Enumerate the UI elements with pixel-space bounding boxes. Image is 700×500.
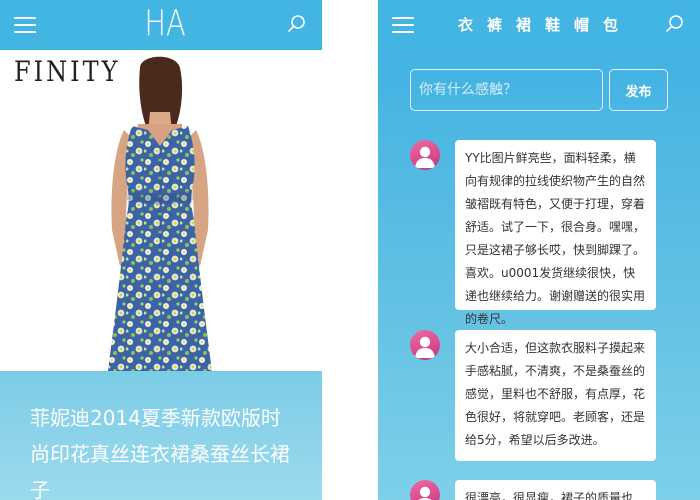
comment-text: 很漂亮，很显瘦，裙子的质量也	[455, 480, 656, 500]
header-bar: 衣 裤 裙 鞋 帽 包	[378, 0, 700, 50]
avatar-user-icon[interactable]	[410, 140, 440, 170]
category-nav: 衣 裤 裙 鞋 帽 包	[456, 15, 620, 35]
category-tab-skirts[interactable]: 裙	[514, 15, 533, 35]
category-tab-bags[interactable]: 包	[601, 15, 620, 35]
brand-logo: FINITY	[14, 55, 121, 89]
product-detail-screen: HA FINITY 菲妮迪2014夏季新款欧版时尚印花真丝连衣裙桑蚕丝长裙子	[0, 0, 322, 500]
category-tab-clothes[interactable]: 衣	[456, 15, 475, 35]
dress-model-illustration	[108, 56, 212, 371]
product-title-panel: 菲妮迪2014夏季新款欧版时尚印花真丝连衣裙桑蚕丝长裙子	[0, 371, 322, 500]
category-tab-hats[interactable]: 帽	[572, 15, 591, 35]
product-title[interactable]: 菲妮迪2014夏季新款欧版时尚印花真丝连衣裙桑蚕丝长裙子	[30, 400, 292, 500]
search-icon[interactable]	[664, 13, 686, 35]
header-bar: HA	[0, 0, 322, 50]
publish-button[interactable]: 发布	[609, 69, 668, 111]
comment-text: 大小合适，但这款衣服料子摸起来手感粘腻，不清爽，不是桑蚕丝的感觉，里料也不舒服，…	[455, 330, 656, 461]
avatar-user-icon[interactable]	[410, 330, 440, 360]
app-logo[interactable]: HA	[144, 4, 185, 44]
category-tab-shoes[interactable]: 鞋	[543, 15, 562, 35]
app-stage: HA FINITY 菲妮迪2014夏季新款欧版时尚印花真丝连衣裙桑蚕丝长裙子 衣…	[0, 0, 700, 500]
search-icon[interactable]	[286, 13, 308, 35]
comment-composer: 发布	[410, 69, 686, 111]
product-photo[interactable]: FINITY	[0, 50, 322, 371]
category-tab-pants[interactable]: 裤	[485, 15, 504, 35]
comments-screen: 衣 裤 裙 鞋 帽 包 发布	[378, 0, 700, 500]
comment-input[interactable]	[410, 69, 603, 111]
comment-text: YY比图片鲜亮些，面料轻柔，横向有规律的拉线使织物产生的自然皱褶既有特色，又便于…	[455, 140, 656, 326]
hamburger-menu-icon[interactable]	[14, 16, 36, 34]
hamburger-menu-icon[interactable]	[392, 16, 414, 34]
avatar-user-icon[interactable]	[410, 480, 440, 500]
screen-gap	[322, 0, 378, 500]
